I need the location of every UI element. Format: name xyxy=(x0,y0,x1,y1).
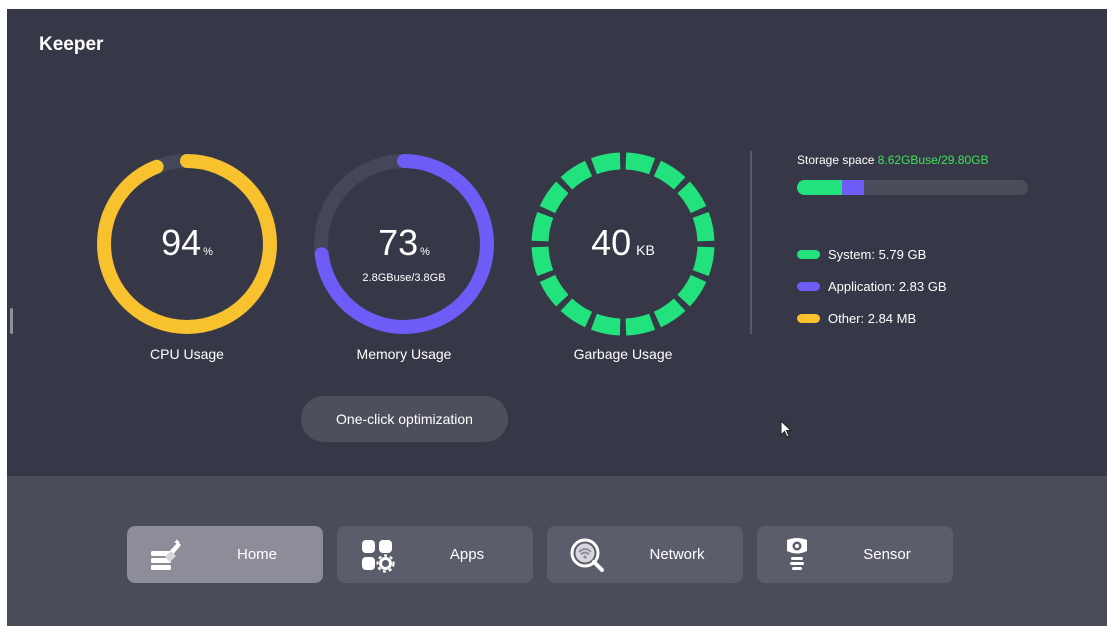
nav-home-label: Home xyxy=(236,546,277,563)
memory-detail: 2.8GBuse/3.8GB xyxy=(362,272,446,284)
bottom-nav-bar: Home Apps Network Sensor xyxy=(7,476,1107,626)
app-title: Keeper xyxy=(39,34,104,55)
cpu-value: 94% xyxy=(161,222,213,263)
garbage-usage-label: Garbage Usage xyxy=(573,346,673,362)
legend-system: System: 5.79 GB xyxy=(797,247,926,263)
storage-bar-application xyxy=(841,180,864,195)
nav-apps-button[interactable]: Apps xyxy=(337,526,533,583)
legend-application: Application: 2.83 GB xyxy=(797,279,947,295)
storage-space-label: Storage space xyxy=(797,153,875,167)
storage-space-value: 8.62GBuse/29.80GB xyxy=(877,153,989,167)
nav-sensor-button[interactable]: Sensor xyxy=(757,526,953,583)
garbage-ring-segment xyxy=(653,298,686,328)
legend-other: Other: 2.84 MB xyxy=(797,311,916,327)
nav-home-button[interactable]: Home xyxy=(127,526,323,583)
legend-application-swatch xyxy=(797,282,820,292)
garbage-gauge: 40 KB xyxy=(529,150,717,338)
section-divider xyxy=(750,151,752,334)
side-drawer-handle[interactable] xyxy=(10,308,13,334)
nav-apps-label: Apps xyxy=(449,546,485,563)
garbage-ring-segment xyxy=(625,152,656,175)
apps-grid-gear-icon xyxy=(362,540,395,573)
storage-space-heading: Storage space 8.62GBuse/29.80GB xyxy=(797,153,988,167)
memory-gauge: 73% 2.8GBuse/3.8GB xyxy=(310,150,498,338)
storage-bar-system xyxy=(797,180,842,195)
garbage-ring-segment xyxy=(590,152,621,175)
legend-application-label: Application: 2.83 GB xyxy=(828,279,947,294)
garbage-ring-segment xyxy=(539,274,569,307)
keeper-app-window: Keeper 94% CPU Usage 73% 2.8GBuse/3.8GB … xyxy=(7,9,1107,626)
legend-other-swatch xyxy=(797,314,820,324)
memory-usage-label: Memory Usage xyxy=(356,346,452,362)
one-click-optimization-button[interactable]: One-click optimization xyxy=(301,396,508,442)
legend-system-swatch xyxy=(797,250,820,260)
cpu-usage-label: CPU Usage xyxy=(150,346,224,362)
garbage-ring-segment xyxy=(677,181,707,214)
storage-usage-bar xyxy=(797,180,1028,195)
garbage-ring-segment xyxy=(625,313,656,336)
garbage-ring-segment xyxy=(560,160,593,190)
garbage-ring-segment xyxy=(677,274,707,307)
garbage-ring-segment xyxy=(590,313,621,336)
cpu-gauge: 94% xyxy=(93,150,281,338)
network-search-icon xyxy=(570,538,604,572)
legend-system-label: System: 5.79 GB xyxy=(828,247,927,262)
legend-other-label: Other: 2.84 MB xyxy=(828,311,917,326)
garbage-ring-segment xyxy=(653,160,686,190)
sensor-icon xyxy=(787,538,807,570)
mouse-cursor-icon xyxy=(780,420,793,438)
memory-value: 73% xyxy=(378,222,430,263)
nav-network-button[interactable]: Network xyxy=(547,526,743,583)
garbage-value: 40 KB xyxy=(591,222,655,263)
nav-network-label: Network xyxy=(649,546,705,563)
garbage-ring-segment xyxy=(539,181,569,214)
nav-sensor-label: Sensor xyxy=(863,546,911,563)
garbage-ring-segment xyxy=(560,298,593,328)
broom-cleanup-icon xyxy=(151,539,181,570)
